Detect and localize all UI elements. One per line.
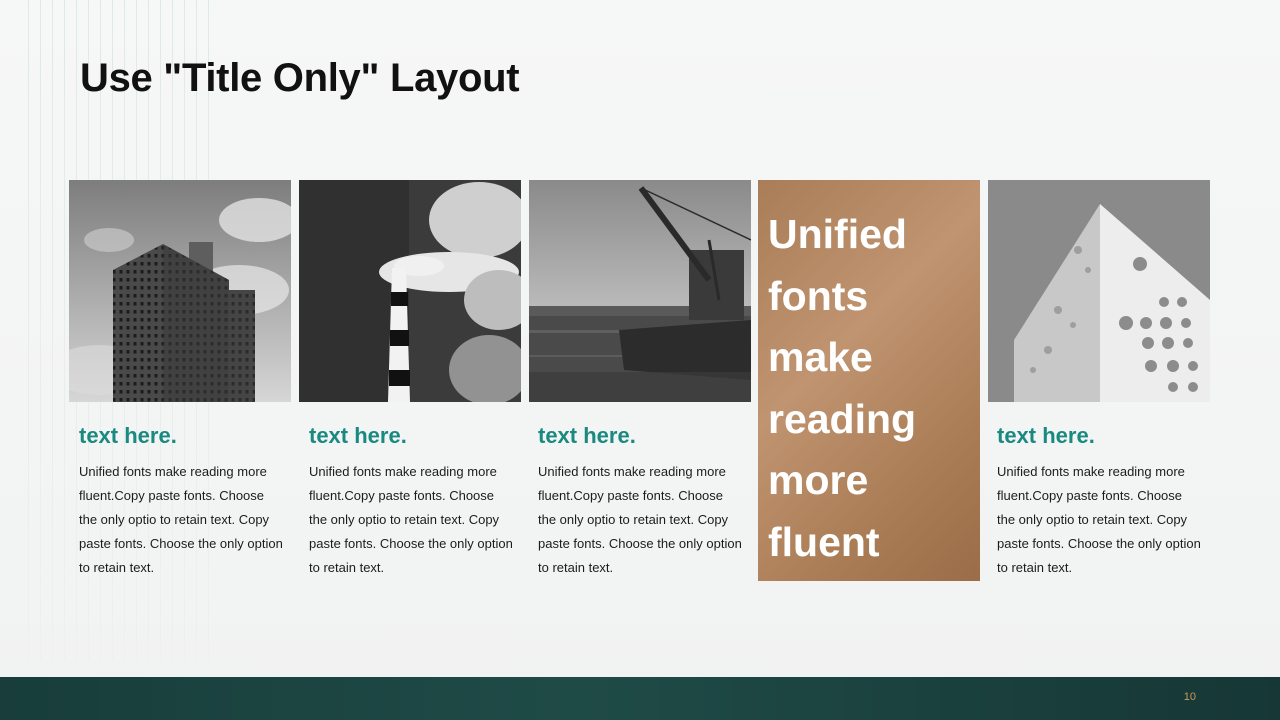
perforated-wall-image bbox=[988, 180, 1210, 402]
card-body: Unified fonts make reading more fluent.C… bbox=[997, 464, 1201, 575]
card-body: Unified fonts make reading more fluent.C… bbox=[79, 464, 283, 575]
accent-box: Unified fonts make reading more fluent bbox=[758, 180, 980, 581]
card-heading: text here. bbox=[309, 423, 407, 448]
slide-title: Use "Title Only" Layout bbox=[80, 56, 520, 100]
page-number: 10 bbox=[1183, 691, 1196, 703]
accent-text: Unified fonts make reading more fluent bbox=[768, 211, 917, 565]
footer-bar: 10 bbox=[0, 677, 1280, 720]
card-body: Unified fonts make reading more fluent.C… bbox=[309, 464, 513, 575]
card-body: Unified fonts make reading more fluent.C… bbox=[538, 464, 742, 575]
harbor-crane-image bbox=[529, 180, 751, 402]
smokestack-image bbox=[299, 180, 521, 402]
card-heading: text here. bbox=[538, 423, 636, 448]
card-heading: text here. bbox=[79, 423, 177, 448]
card-heading: text here. bbox=[997, 423, 1095, 448]
highrise-building-image bbox=[69, 180, 291, 402]
